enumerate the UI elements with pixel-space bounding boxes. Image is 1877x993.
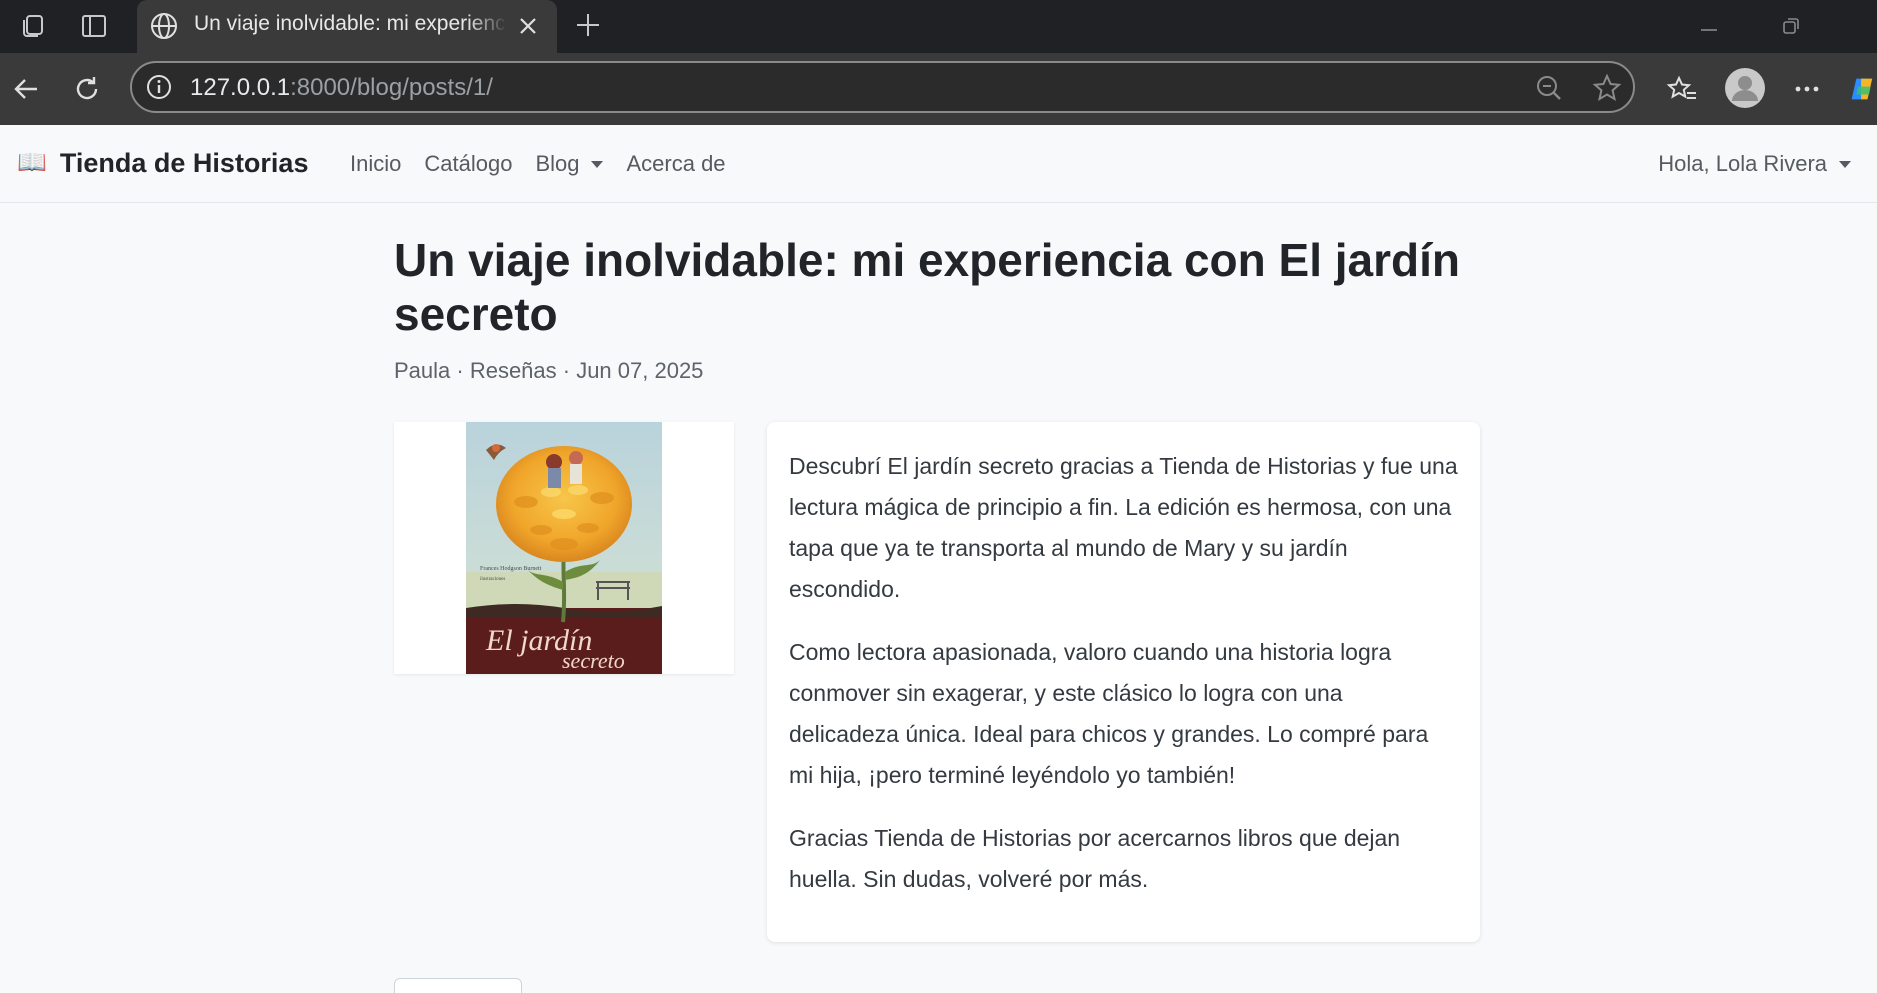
nav-links: Inicio Catálogo Blog Acerca de xyxy=(350,150,749,178)
page-content: 📖 Tienda de Historias Inicio Catálogo Bl… xyxy=(0,125,1877,993)
post-body-card: Descubrí El jardín secreto gracias a Tie… xyxy=(767,422,1480,942)
open-book-icon: 📖 xyxy=(17,149,47,176)
post-paragraph: Gracias Tienda de Historias por acercarn… xyxy=(789,825,1401,892)
book-cover-card: Frances Hodgson Burnett ilustraciones El… xyxy=(394,422,734,674)
back-button[interactable] xyxy=(394,978,522,993)
nav-link-catalogo[interactable]: Catálogo xyxy=(424,150,512,178)
back-arrow-icon[interactable] xyxy=(4,67,48,111)
nav-link-inicio[interactable]: Inicio xyxy=(350,150,401,178)
tab-title: Un viaje inolvidable: mi experiencia con… xyxy=(194,12,504,35)
workspaces-icon[interactable] xyxy=(14,8,50,44)
more-options-icon[interactable] xyxy=(1785,67,1829,111)
favorites-icon[interactable] xyxy=(1660,67,1704,111)
reload-icon[interactable] xyxy=(65,67,109,111)
brand-name: Tienda de Historias xyxy=(59,148,309,178)
post-title: Un viaje inolvidable: mi experiencia con… xyxy=(394,234,1460,340)
caret-down-icon xyxy=(1839,160,1851,168)
site-brand[interactable]: 📖 Tienda de Historias xyxy=(17,147,308,179)
site-info-icon[interactable] xyxy=(146,74,172,105)
address-toolbar: 127.0.0.1:8000/blog/posts/1/ xyxy=(0,53,1877,125)
book-cover-image: Frances Hodgson Burnett ilustraciones El… xyxy=(466,422,662,674)
address-bar[interactable]: 127.0.0.1:8000/blog/posts/1/ xyxy=(130,61,1635,113)
close-tab-icon[interactable] xyxy=(515,13,541,44)
post-paragraph: Descubrí El jardín secreto gracias a Tie… xyxy=(789,453,1458,602)
new-tab-icon[interactable] xyxy=(569,6,607,44)
nav-link-acerca[interactable]: Acerca de xyxy=(626,150,725,178)
user-menu-dropdown[interactable]: Hola, Lola Rivera xyxy=(1658,150,1851,178)
svg-text:Frances Hodgson Burnett: Frances Hodgson Burnett xyxy=(480,566,542,572)
user-greeting: Hola, Lola Rivera xyxy=(1658,151,1827,176)
zoom-out-icon[interactable] xyxy=(1535,74,1563,107)
nav-dropdown-blog[interactable]: Blog xyxy=(535,150,604,178)
nav-link-blog-label: Blog xyxy=(535,151,580,176)
restore-icon[interactable] xyxy=(1772,8,1810,44)
caret-down-icon xyxy=(591,160,604,168)
minimize-icon[interactable] xyxy=(1690,8,1728,44)
globe-icon xyxy=(149,11,179,46)
post-meta: Paula · Reseñas · Jun 07, 2025 xyxy=(394,358,704,383)
url-text[interactable]: 127.0.0.1:8000/blog/posts/1/ xyxy=(190,74,493,102)
vertical-tabs-icon[interactable] xyxy=(76,8,112,44)
svg-text:secreto: secreto xyxy=(562,648,625,673)
svg-text:ilustraciones: ilustraciones xyxy=(480,577,505,582)
site-navbar: 📖 Tienda de Historias Inicio Catálogo Bl… xyxy=(0,125,1877,203)
post-paragraph: Como lectora apasionada, valoro cuando u… xyxy=(789,639,1429,788)
favorite-star-icon[interactable] xyxy=(1592,73,1622,108)
active-tab[interactable]: Un viaje inolvidable: mi experiencia con… xyxy=(137,0,557,53)
copilot-icon[interactable] xyxy=(1850,67,1877,111)
browser-tab-strip: Un viaje inolvidable: mi experiencia con… xyxy=(0,0,1877,53)
profile-avatar-icon[interactable] xyxy=(1722,65,1768,111)
